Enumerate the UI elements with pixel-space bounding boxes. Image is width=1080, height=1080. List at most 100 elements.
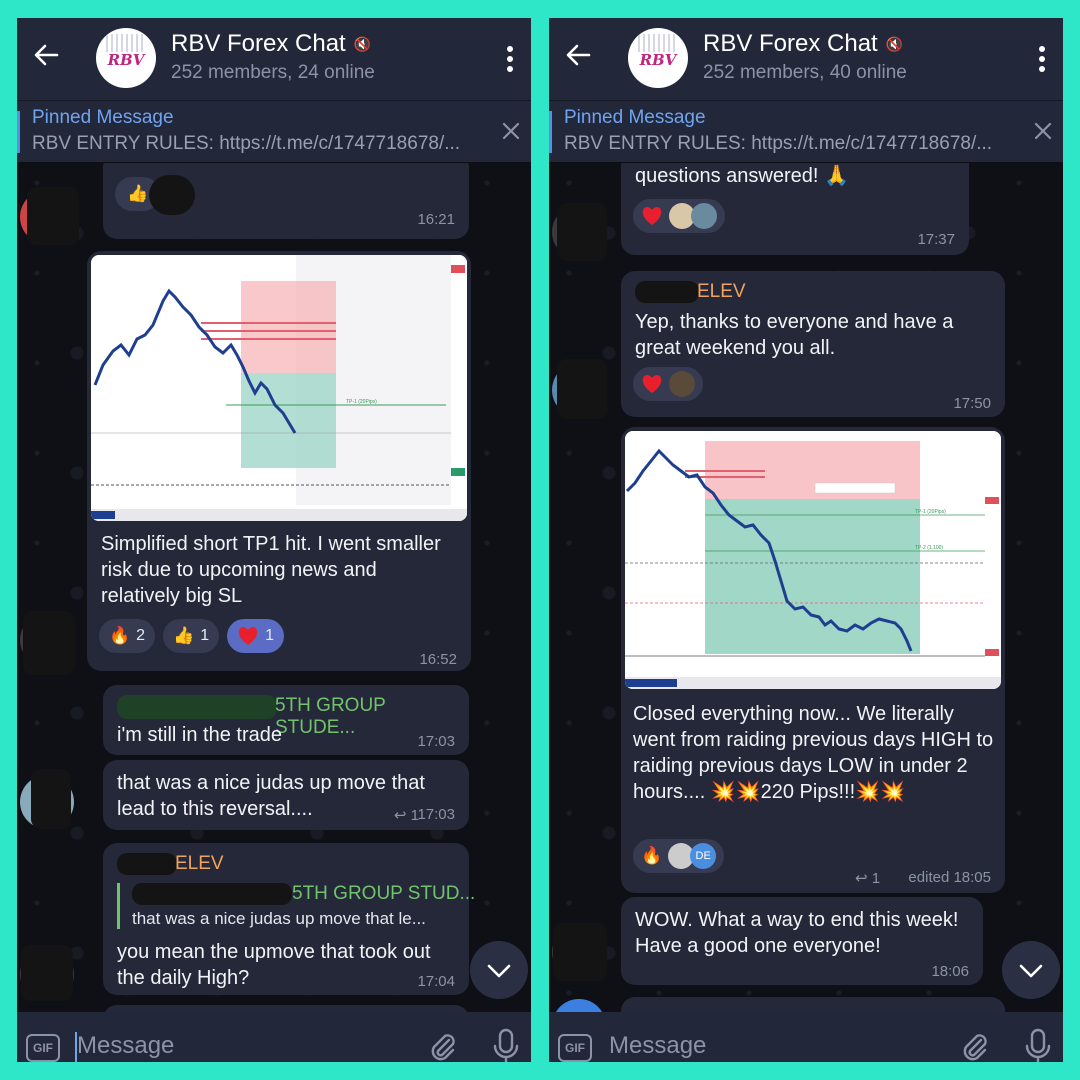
redacted-sender-name — [635, 281, 699, 303]
pinned-message-bar[interactable]: Pinned Message RBV ENTRY RULES: https://… — [549, 100, 1063, 162]
heart-icon — [642, 207, 662, 225]
reaction-heart[interactable]: 1 — [227, 619, 285, 653]
group-avatar[interactable]: RBV — [628, 28, 688, 88]
reaction-fire[interactable]: 🔥 2 — [99, 619, 156, 653]
reaction-count: 1 — [265, 627, 275, 644]
trading-chart-graphic: TP-1 (20Pips) — [91, 255, 467, 521]
message-input-bar: GIF Message — [17, 1012, 531, 1062]
reactions — [633, 199, 725, 233]
close-icon[interactable] — [1033, 121, 1053, 141]
redacted-area — [27, 187, 79, 245]
muted-icon: 🔇 — [885, 36, 904, 53]
back-arrow-icon[interactable] — [563, 40, 593, 70]
close-icon[interactable] — [501, 121, 521, 141]
chat-title[interactable]: RBV Forex Chat 🔇 — [171, 30, 371, 58]
reply-count-value: 1 — [871, 870, 881, 887]
back-arrow-icon[interactable] — [31, 40, 61, 70]
message-bubble[interactable]: TP-1 (20Pips) TP-2 (1.100) Closed everyt… — [621, 427, 1005, 893]
reaction-count: 1 — [200, 627, 210, 644]
message-bubble[interactable]: ELEV 5TH GROUP STUD... that was a nice j… — [103, 843, 475, 995]
redacted-sender-name — [117, 695, 277, 719]
message-bubble[interactable]: ELEV Yep, thanks to everyone and have a … — [621, 271, 1005, 417]
attach-icon[interactable] — [959, 1032, 991, 1062]
member-count: 252 members, 24 online — [171, 62, 375, 83]
message-bubble-partial[interactable] — [103, 1005, 469, 1012]
chat-screen-right: RBV RBV Forex Chat 🔇 252 members, 40 onli… — [549, 18, 1063, 1062]
message-bubble[interactable]: that was a nice judas up move that lead … — [103, 760, 469, 830]
message-time: 17:03 — [417, 733, 455, 750]
message-input-bar: GIF Message — [549, 1012, 1063, 1062]
chat-header: RBV RBV Forex Chat 🔇 252 members, 24 onli… — [17, 18, 531, 100]
scroll-down-button[interactable] — [1002, 941, 1060, 999]
message-time: 16:21 — [417, 211, 455, 228]
reaction-heart[interactable] — [633, 367, 703, 401]
message-time: 16:52 — [419, 651, 457, 668]
reaction-fire[interactable]: 🔥 DE — [633, 839, 725, 873]
reply-count[interactable]: ↩ 1 — [855, 869, 880, 887]
message-bubble[interactable]: 5TH GROUP STUDE... i'm still in the trad… — [103, 685, 469, 755]
message-bubble-partial[interactable] — [621, 997, 1005, 1012]
message-text: questions answered! 🙏 — [635, 165, 849, 187]
heart-icon — [238, 627, 258, 645]
chart-tp-label: TP-1 (20Pips) — [346, 399, 377, 405]
redacted-area — [23, 611, 75, 675]
chat-title-text: RBV Forex Chat — [171, 30, 346, 57]
member-count: 252 members, 40 online — [703, 62, 907, 83]
message-text: Simplified short TP1 hit. I went smaller… — [101, 533, 441, 607]
chat-title[interactable]: RBV Forex Chat 🔇 — [703, 30, 903, 58]
chat-screen-left: RBV RBV Forex Chat 🔇 252 members, 24 onli… — [17, 18, 531, 1062]
message-time: 17:50 — [953, 395, 991, 412]
gif-button[interactable]: GIF — [26, 1034, 60, 1062]
reaction-emoji: 👍 — [173, 626, 195, 646]
attach-icon[interactable] — [427, 1032, 459, 1062]
reaction-heart[interactable] — [633, 199, 725, 233]
message-text: i'm still in the trade — [117, 724, 282, 746]
gif-button[interactable]: GIF — [558, 1034, 592, 1062]
group-avatar[interactable]: RBV — [96, 28, 156, 88]
message-input[interactable]: Message — [77, 1032, 174, 1060]
quote-sender: 5TH GROUP STUD... — [292, 883, 476, 904]
reactions: 🔥 DE — [633, 839, 725, 873]
avatar-logo-text: RBV — [639, 51, 677, 69]
sender-name[interactable]: ELEV — [175, 853, 224, 875]
message-bubble[interactable]: questions answered! 🙏 17:37 — [621, 163, 969, 255]
redacted-area — [557, 203, 607, 261]
redacted-area — [553, 923, 607, 981]
microphone-icon[interactable] — [493, 1028, 519, 1062]
more-options-icon[interactable] — [501, 44, 519, 74]
reaction-count: 2 — [136, 627, 146, 644]
chat-title-text: RBV Forex Chat — [703, 30, 878, 57]
message-list[interactable]: 👍 16:21 TP-1 (20Pips) Simplified short T… — [17, 163, 531, 1012]
pinned-text: RBV ENTRY RULES: https://t.me/c/17477186… — [564, 133, 993, 154]
pinned-title: Pinned Message — [32, 107, 174, 128]
sender-name[interactable]: ELEV — [697, 281, 746, 303]
message-time: 17:03 — [417, 806, 455, 823]
trading-chart-graphic: TP-1 (20Pips) TP-2 (1.100) — [625, 431, 1001, 689]
reactions: 🔥 2 👍 1 1 — [99, 619, 285, 653]
message-bubble[interactable]: WOW. What a way to end this week! Have a… — [621, 897, 983, 985]
chart-image[interactable]: TP-1 (20Pips) — [91, 255, 467, 521]
reactions — [633, 367, 703, 401]
message-bubble[interactable]: TP-1 (20Pips) Simplified short TP1 hit. … — [87, 251, 471, 671]
message-bubble[interactable]: 👍 16:21 — [103, 163, 469, 239]
message-input[interactable]: Message — [609, 1032, 706, 1060]
microphone-icon[interactable] — [1025, 1028, 1051, 1062]
quoted-message[interactable]: 5TH GROUP STUD... that was a nice judas … — [117, 883, 475, 929]
chart-tp2-label: TP-2 (1.100) — [915, 545, 943, 551]
reaction-emoji: 🔥 — [641, 846, 663, 866]
logo-grid-graphic — [638, 34, 678, 52]
chart-image[interactable]: TP-1 (20Pips) TP-2 (1.100) — [625, 431, 1001, 689]
reaction-thumbs-up[interactable]: 👍 1 — [163, 619, 220, 653]
avatar[interactable] — [552, 999, 606, 1012]
message-time: 17:37 — [917, 231, 955, 248]
message-text: Yep, thanks to everyone and have a great… — [635, 311, 954, 359]
pinned-message-bar[interactable]: Pinned Message RBV ENTRY RULES: https://… — [17, 100, 531, 162]
redacted-area — [557, 359, 607, 419]
pinned-indicator — [17, 111, 20, 153]
message-list[interactable]: questions answered! 🙏 17:37 ELEV Yep, th… — [549, 163, 1063, 1012]
more-options-icon[interactable] — [1033, 44, 1051, 74]
edited-time: edited 18:05 — [908, 869, 991, 886]
reply-count[interactable]: ↩ 1 — [394, 806, 419, 824]
heart-icon — [642, 375, 662, 393]
scroll-down-button[interactable] — [470, 941, 528, 999]
